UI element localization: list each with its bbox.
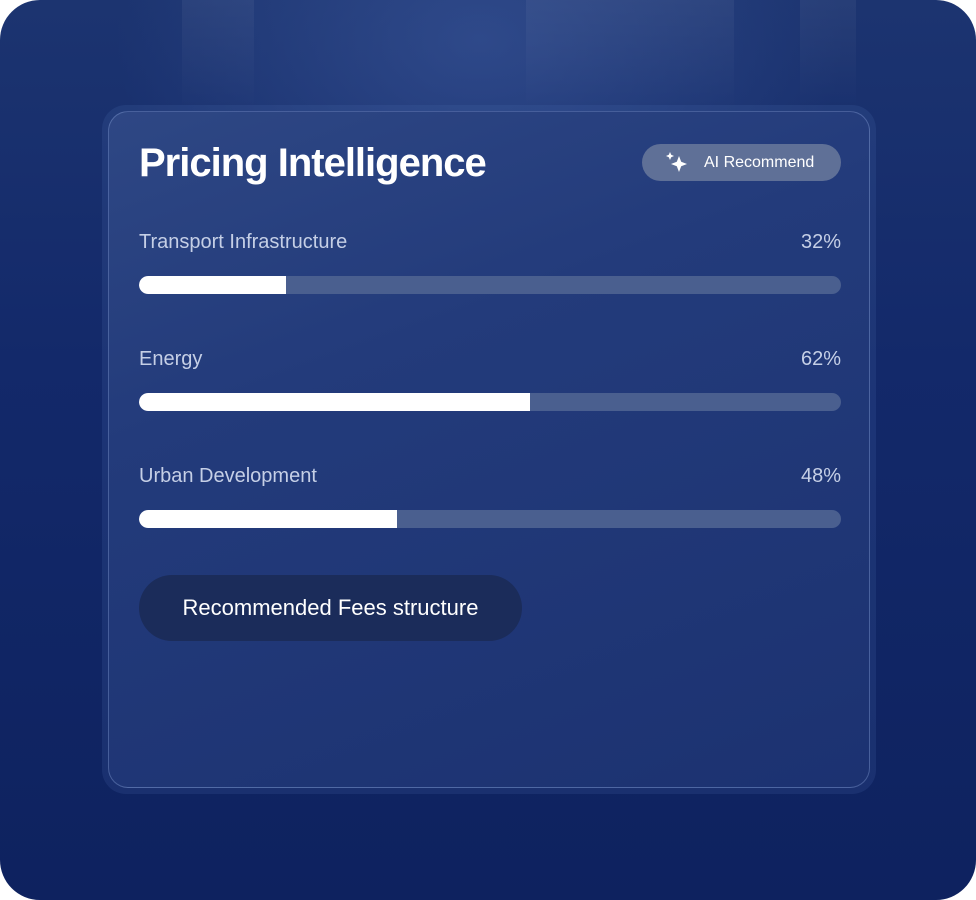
card-title: Pricing Intelligence [139, 141, 487, 185]
progress-track [139, 393, 841, 411]
progress-fill [139, 393, 530, 411]
pricing-intelligence-card: Pricing Intelligence AI Recommend Transp… [108, 111, 870, 788]
recommended-fees-label: Recommended Fees structure [182, 595, 479, 620]
progress-fill [139, 510, 398, 528]
metric-value: 62% [800, 348, 841, 370]
metric-transport-infrastructure: Transport Infrastructure 32% [139, 230, 841, 300]
metric-urban-development: Urban Development 48% [139, 464, 841, 534]
background-glow [526, 0, 734, 110]
app-background: Pricing Intelligence AI Recommend Transp… [0, 0, 976, 900]
recommended-fees-button[interactable]: Recommended Fees structure [139, 575, 522, 641]
metric-energy: Energy 62% [139, 347, 841, 417]
ai-recommend-label: AI Recommend [704, 153, 815, 171]
ai-recommend-button[interactable]: AI Recommend [642, 144, 841, 181]
progress-track [139, 276, 841, 294]
metric-label: Energy [139, 348, 203, 370]
progress-track [139, 510, 841, 528]
metric-value: 32% [800, 231, 841, 253]
progress-fill [139, 276, 287, 294]
sparkles-icon [664, 150, 690, 176]
metric-value: 48% [800, 465, 841, 487]
metric-label: Transport Infrastructure [139, 231, 348, 253]
background-glow [182, 0, 254, 110]
metric-label: Urban Development [139, 465, 317, 487]
background-glow [800, 0, 856, 110]
